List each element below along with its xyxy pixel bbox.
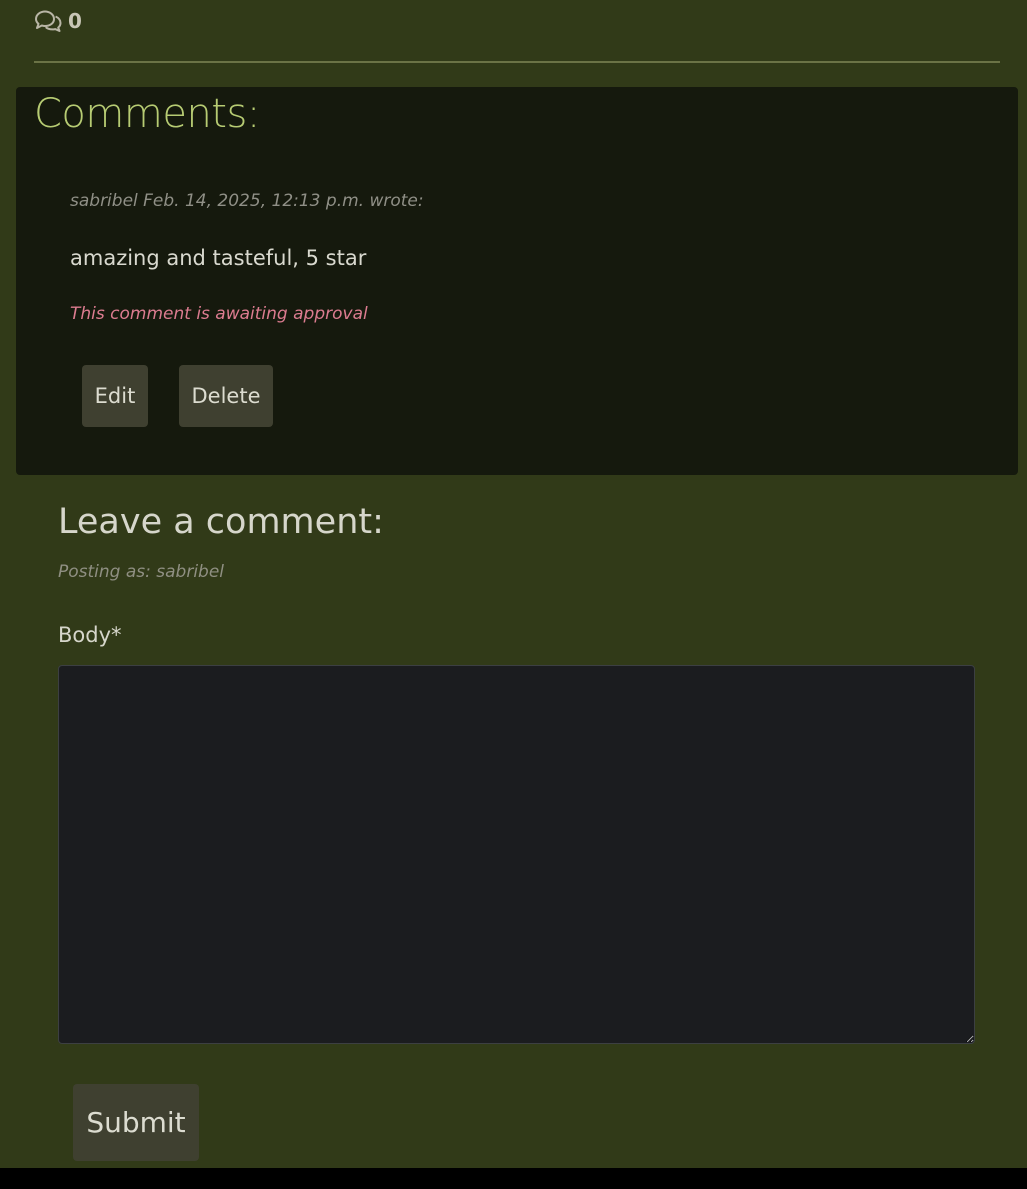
comment-count-value: 0 (68, 9, 82, 33)
posting-as-text: Posting as: sabribel (58, 562, 225, 582)
body-field-label: Body* (58, 623, 122, 647)
comments-icon (34, 10, 62, 32)
section-divider (34, 61, 1000, 63)
submit-comment-button[interactable]: Submit (73, 1084, 199, 1161)
comments-heading: Comments: (34, 91, 260, 137)
comment-body: amazing and tasteful, 5 star (70, 246, 367, 270)
post-page: 0 Comments: sabribel Feb. 14, 2025, 12:1… (0, 0, 1027, 1168)
edit-comment-button[interactable]: Edit (82, 365, 148, 427)
comment-count: 0 (34, 6, 82, 36)
comment-form-heading: Leave a comment: (58, 502, 384, 542)
comment-approval-status: This comment is awaiting approval (70, 304, 368, 324)
comment-body-input[interactable] (58, 665, 975, 1044)
comments-section: Comments: sabribel Feb. 14, 2025, 12:13 … (16, 87, 1018, 475)
comment-author-meta: sabribel Feb. 14, 2025, 12:13 p.m. wrote… (70, 191, 424, 211)
delete-comment-button[interactable]: Delete (179, 365, 273, 427)
